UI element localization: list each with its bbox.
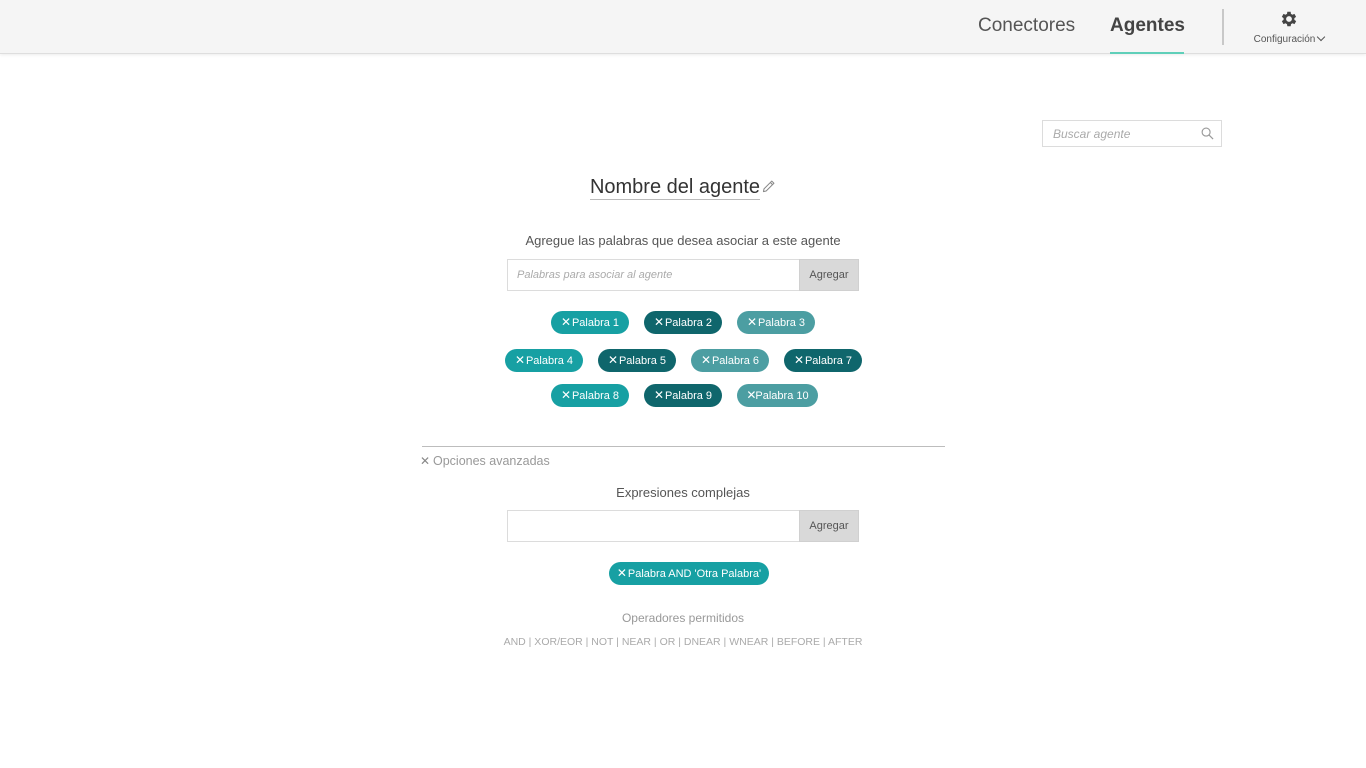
word-chip: ✕Palabra 3 bbox=[737, 311, 815, 334]
word-chip: ✕Palabra 4 bbox=[505, 349, 583, 372]
advanced-options-toggle[interactable]: ✕ Opciones avanzadas bbox=[420, 454, 550, 468]
word-chip: ✕Palabra 5 bbox=[598, 349, 676, 372]
advanced-options-label: Opciones avanzadas bbox=[433, 454, 550, 468]
word-chip: ✕Palabra 10 bbox=[737, 384, 818, 407]
word-chip-label: Palabra 6 bbox=[711, 355, 760, 367]
expression-chip-label: Palabra AND 'Otra Palabra' bbox=[627, 568, 762, 580]
active-tab-indicator bbox=[1110, 52, 1184, 54]
close-icon[interactable]: ✕ bbox=[617, 562, 627, 585]
word-chip-label: Palabra 3 bbox=[757, 317, 806, 329]
close-icon[interactable]: ✕ bbox=[794, 349, 804, 372]
config-menu-button[interactable]: Configuración bbox=[1244, 8, 1334, 48]
word-chip-label: Palabra 5 bbox=[618, 355, 667, 367]
word-chip-label: Palabra 10 bbox=[755, 390, 809, 402]
word-chip: ✕Palabra 1 bbox=[551, 311, 629, 334]
words-add-row: Agregar bbox=[507, 259, 859, 291]
operators-title: Operadores permitidos bbox=[621, 611, 745, 625]
word-chip: ✕Palabra 2 bbox=[644, 311, 722, 334]
word-chip: ✕Palabra 8 bbox=[551, 384, 629, 407]
pencil-edit-icon[interactable] bbox=[761, 179, 776, 194]
nav-agentes[interactable]: Agentes bbox=[1110, 0, 1185, 54]
word-chip-label: Palabra 1 bbox=[571, 317, 620, 329]
expression-chip: ✕Palabra AND 'Otra Palabra' bbox=[609, 562, 769, 585]
close-icon[interactable]: ✕ bbox=[747, 311, 757, 334]
words-input[interactable] bbox=[507, 259, 800, 291]
word-chip: ✕Palabra 6 bbox=[691, 349, 769, 372]
close-icon[interactable]: ✕ bbox=[515, 349, 525, 372]
section-divider bbox=[422, 446, 945, 447]
expressions-add-row: Agregar bbox=[507, 510, 859, 542]
nav-separator bbox=[1222, 9, 1224, 45]
search-input[interactable] bbox=[1043, 121, 1193, 146]
word-chip: ✕Palabra 9 bbox=[644, 384, 722, 407]
search-icon[interactable] bbox=[1201, 127, 1214, 140]
nav-conectores[interactable]: Conectores bbox=[978, 0, 1075, 54]
close-icon[interactable]: ✕ bbox=[561, 384, 571, 407]
close-icon[interactable]: ✕ bbox=[654, 311, 664, 334]
close-icon[interactable]: ✕ bbox=[608, 349, 618, 372]
expression-input[interactable] bbox=[507, 510, 800, 542]
agent-search bbox=[1042, 120, 1222, 147]
words-instruction: Agregue las palabras que desea asociar a… bbox=[525, 233, 841, 248]
nav-agentes-label: Agentes bbox=[1110, 15, 1185, 36]
close-icon: ✕ bbox=[420, 454, 431, 468]
word-chip-label: Palabra 4 bbox=[525, 355, 574, 367]
gear-icon bbox=[1281, 11, 1297, 27]
top-navbar: Conectores Agentes Configuración bbox=[0, 0, 1366, 54]
add-expression-button[interactable]: Agregar bbox=[799, 510, 859, 542]
expressions-title: Expresiones complejas bbox=[616, 485, 750, 500]
add-word-button[interactable]: Agregar bbox=[799, 259, 859, 291]
close-icon[interactable]: ✕ bbox=[561, 311, 571, 334]
word-chip: ✕Palabra 7 bbox=[784, 349, 862, 372]
word-chip-label: Palabra 7 bbox=[804, 355, 853, 367]
close-icon[interactable]: ✕ bbox=[654, 384, 664, 407]
agent-title-row: Nombre del agente bbox=[0, 176, 1366, 200]
word-chip-label: Palabra 2 bbox=[664, 317, 713, 329]
word-chip-label: Palabra 9 bbox=[664, 390, 713, 402]
agent-name[interactable]: Nombre del agente bbox=[589, 176, 761, 200]
word-chip-label: Palabra 8 bbox=[571, 390, 620, 402]
close-icon[interactable]: ✕ bbox=[701, 349, 711, 372]
config-label: Configuración bbox=[1253, 34, 1316, 45]
chevron-down-icon bbox=[1317, 32, 1326, 42]
operators-list: AND | XOR/EOR | NOT | NEAR | OR | DNEAR … bbox=[503, 636, 863, 648]
